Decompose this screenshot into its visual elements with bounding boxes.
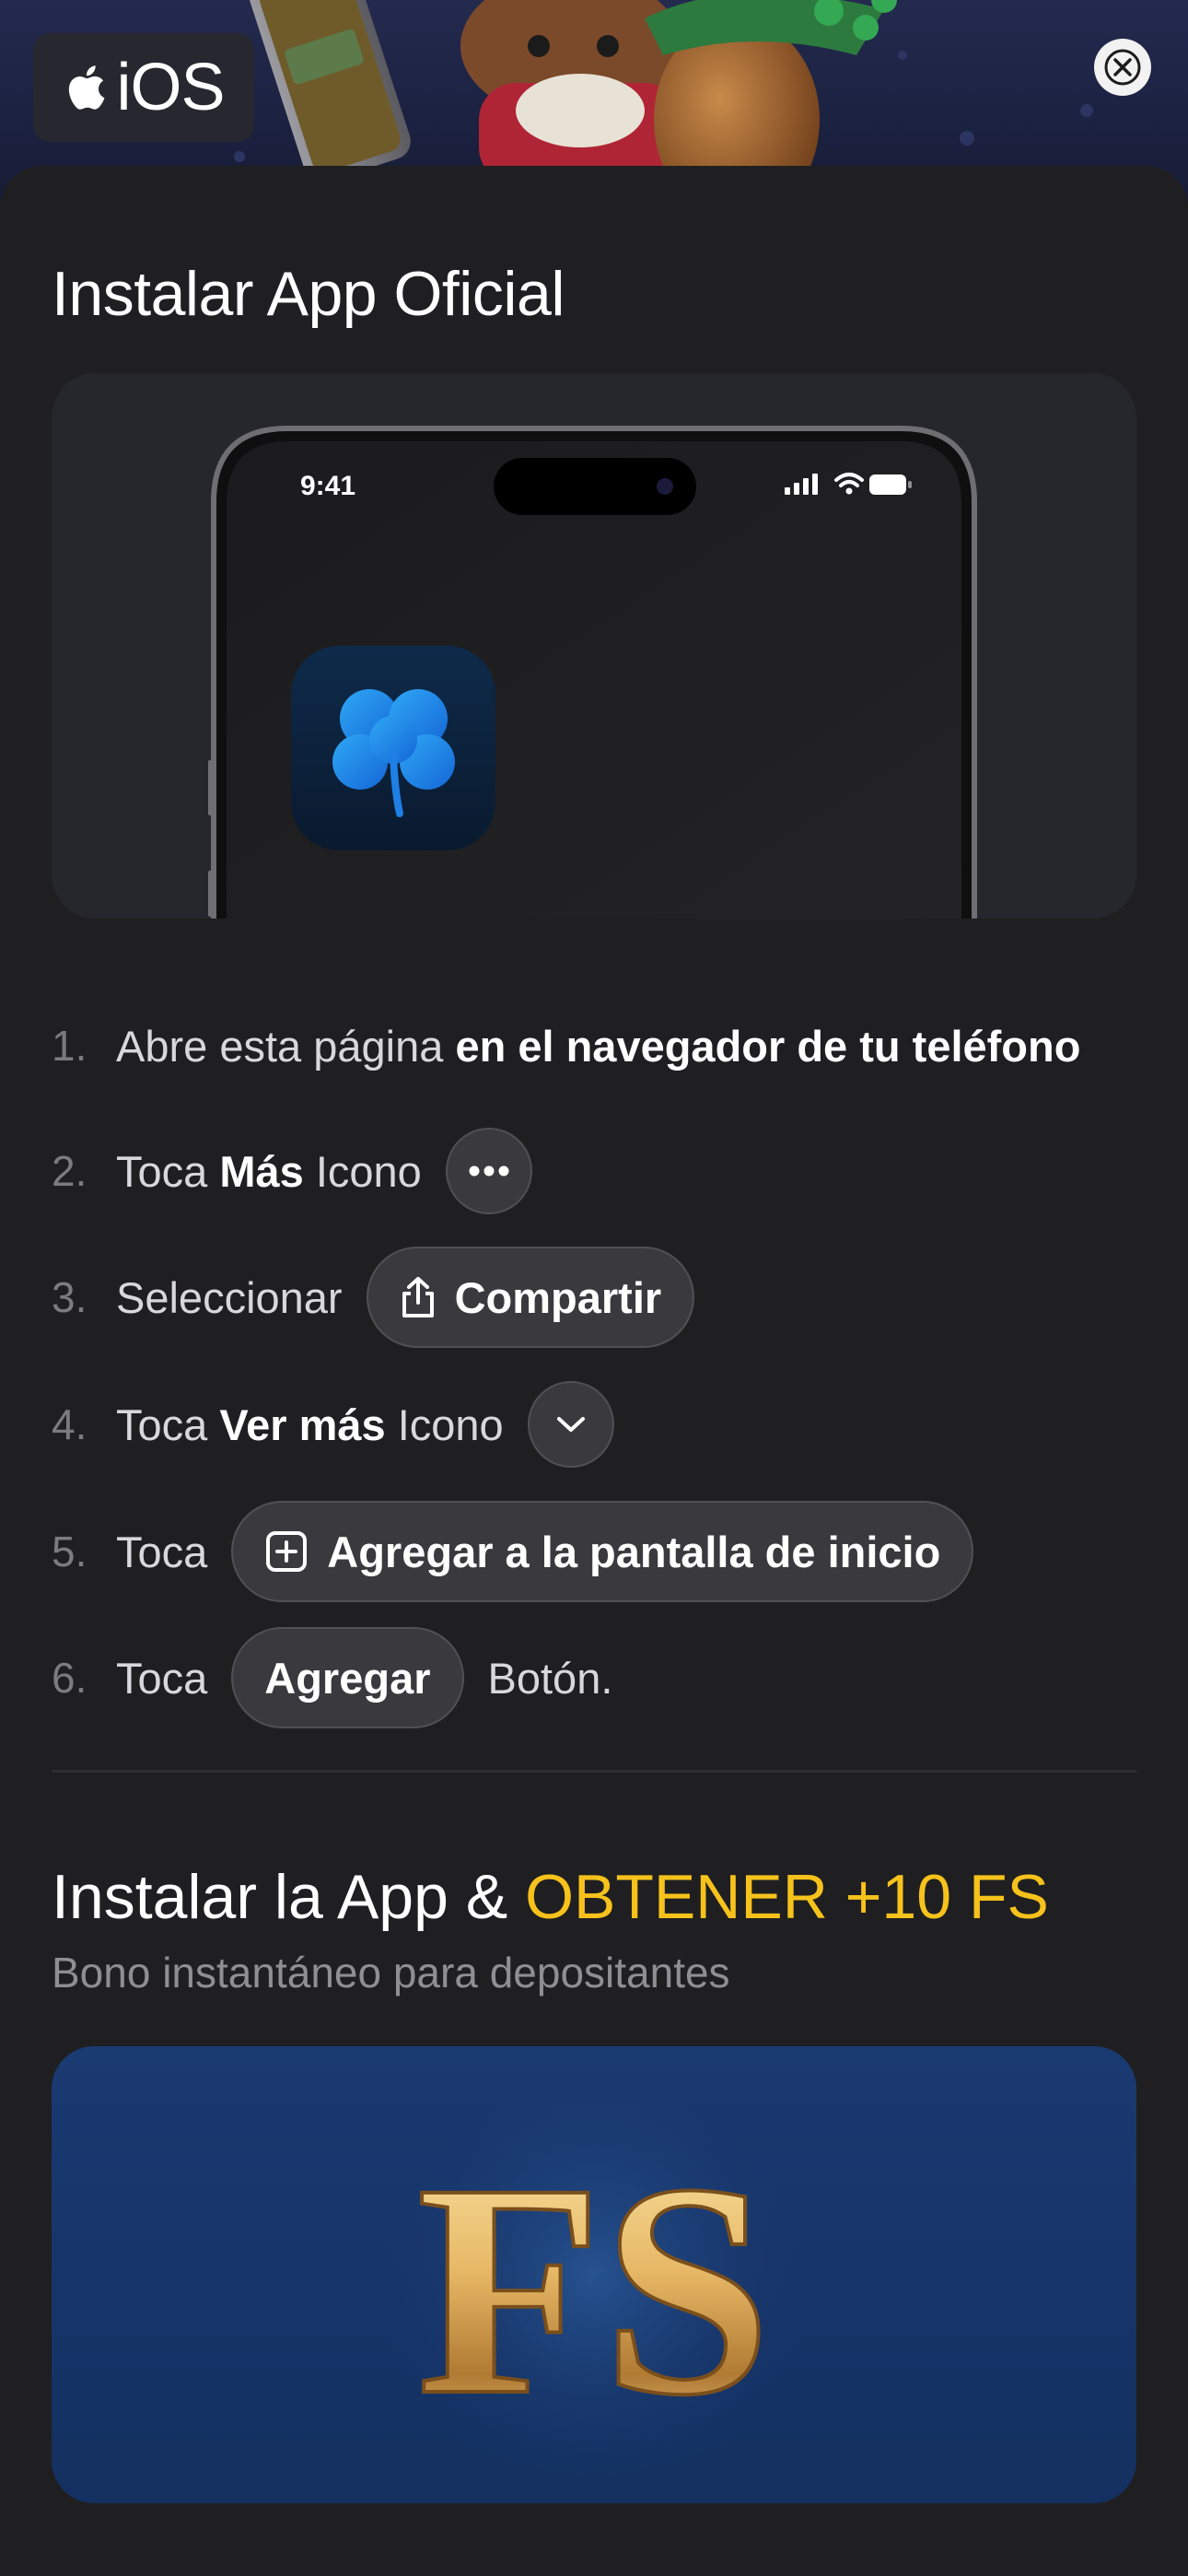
step-number: 5. (52, 1528, 87, 1575)
step-number: 6. (52, 1654, 87, 1702)
add-to-home-label: Agregar a la pantalla de inicio (327, 1527, 941, 1576)
step-number: 4. (52, 1400, 87, 1448)
step-3: 3. Seleccionar Compartir (52, 1247, 695, 1348)
fs-text: FS (416, 2122, 771, 2458)
step-number: 3. (52, 1273, 87, 1321)
promo-title: Instalar la App & OBTENER +10 FS (52, 1862, 1049, 1932)
step-4: 4. Toca Ver más Icono (52, 1374, 614, 1475)
fs-badge: FS (373, 2054, 815, 2496)
promo-banner: FS (52, 2046, 1136, 2503)
step-6: 6. Toca Agregar Botón. (52, 1627, 612, 1728)
step-text-after: Botón. (487, 1653, 613, 1703)
chevron-down-icon (556, 1417, 585, 1432)
battery-icon (869, 474, 906, 495)
step-1: 1. Abre esta página en el navegador de t… (52, 995, 1080, 1096)
share-icon (402, 1277, 434, 1317)
promo-highlight: OBTENER +10 FS (525, 1862, 1049, 1932)
phone-preview: 9:41 (52, 373, 1136, 919)
step-5: 5. Toca Agregar a la pantalla de inicio (52, 1501, 974, 1602)
more-dots-icon (469, 1165, 509, 1177)
add-button-label: Agregar (264, 1653, 431, 1703)
step-text: Toca (116, 1653, 208, 1703)
close-icon (1104, 49, 1141, 86)
phone-status-time: 9:41 (300, 471, 355, 501)
step-text: Toca Ver más Icono (116, 1399, 504, 1449)
see-more-button[interactable] (527, 1381, 614, 1468)
os-badge: iOS (33, 33, 254, 142)
step-text: Toca (116, 1527, 208, 1576)
step-number: 1. (52, 1022, 87, 1070)
apple-icon (69, 65, 105, 110)
step-2: 2. Toca Más Icono (52, 1120, 532, 1222)
step-text: Toca Más Icono (116, 1146, 422, 1196)
more-button[interactable] (445, 1128, 532, 1214)
close-button[interactable] (1094, 39, 1151, 96)
phone-mockup: 9:41 (208, 426, 977, 919)
add-square-icon (266, 1531, 308, 1572)
install-title: Instalar App Oficial (52, 259, 565, 329)
step-number: 2. (52, 1147, 87, 1195)
os-label: iOS (116, 51, 225, 124)
step-text: Abre esta página en el navegador de tu t… (116, 1021, 1081, 1071)
add-to-home-button[interactable]: Agregar a la pantalla de inicio (231, 1501, 974, 1602)
step-text: Seleccionar (116, 1272, 343, 1322)
share-button-label: Compartir (454, 1272, 662, 1322)
add-button[interactable]: Agregar (231, 1627, 464, 1728)
section-divider (52, 1770, 1136, 1773)
promo-subtitle: Bono instantáneo para depositantes (52, 1949, 730, 1996)
share-button[interactable]: Compartir (366, 1247, 695, 1348)
